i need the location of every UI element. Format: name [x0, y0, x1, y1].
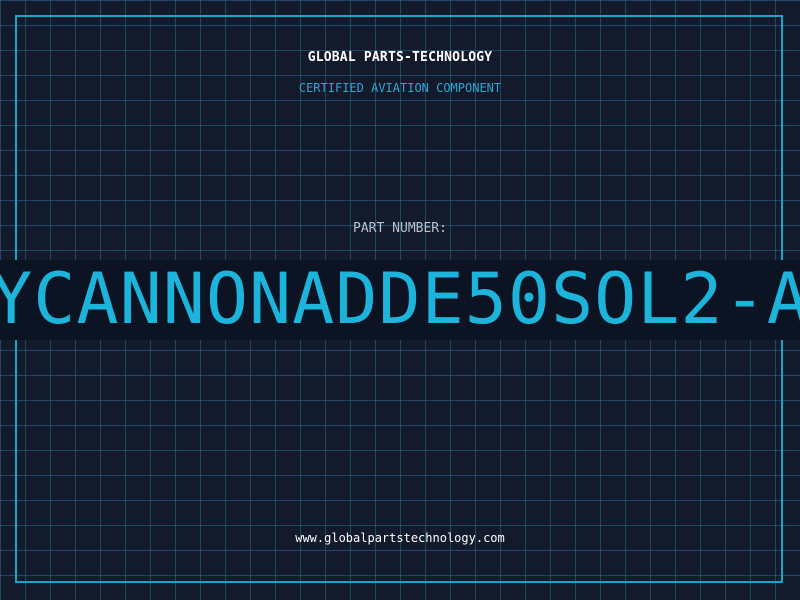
part-number-value: YCANNONADDE50SOL2-A [0, 260, 800, 340]
part-number-label: PART NUMBER: [353, 221, 447, 236]
certification-subtitle: CERTIFIED AVIATION COMPONENT [298, 81, 502, 95]
company-name: GLOBAL PARTS-TECHNOLOGY [307, 50, 493, 65]
certificate-canvas: GLOBAL PARTS-TECHNOLOGY CERTIFIED AVIATI… [0, 0, 800, 600]
part-number-band: YCANNONADDE50SOL2-A [0, 260, 800, 340]
website-url: www.globalpartstechnology.com [295, 531, 505, 545]
